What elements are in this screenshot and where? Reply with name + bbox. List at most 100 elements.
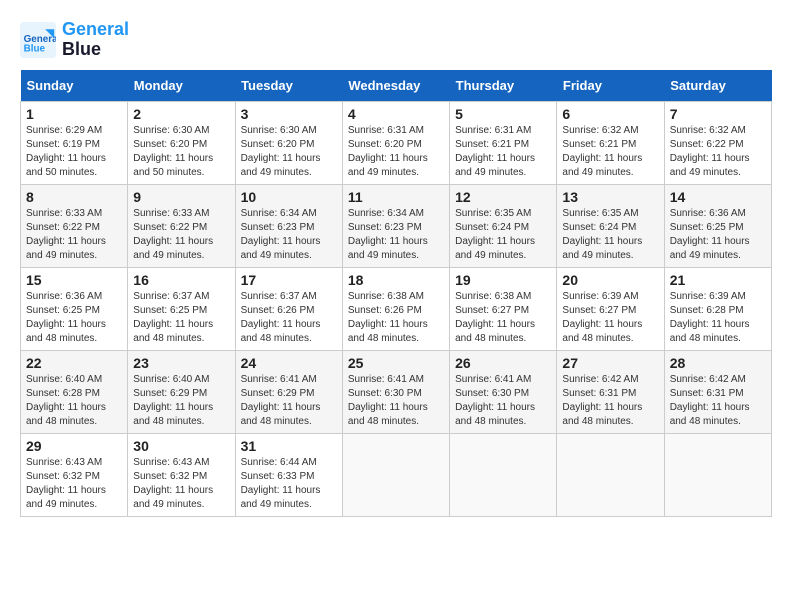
day-info: Sunrise: 6:37 AMSunset: 6:26 PMDaylight:… [241, 291, 321, 344]
day-info: Sunrise: 6:32 AMSunset: 6:22 PMDaylight:… [670, 125, 750, 178]
logo-icon: General Blue [20, 22, 56, 58]
day-number: 17 [241, 272, 337, 288]
calendar-cell: 7 Sunrise: 6:32 AMSunset: 6:22 PMDayligh… [664, 101, 771, 184]
day-info: Sunrise: 6:37 AMSunset: 6:25 PMDaylight:… [133, 291, 213, 344]
day-info: Sunrise: 6:32 AMSunset: 6:21 PMDaylight:… [562, 125, 642, 178]
day-number: 4 [348, 106, 444, 122]
day-info: Sunrise: 6:38 AMSunset: 6:26 PMDaylight:… [348, 291, 428, 344]
header-day-wednesday: Wednesday [342, 70, 449, 102]
calendar-cell: 10 Sunrise: 6:34 AMSunset: 6:23 PMDaylig… [235, 184, 342, 267]
day-info: Sunrise: 6:44 AMSunset: 6:33 PMDaylight:… [241, 457, 321, 510]
calendar-cell: 18 Sunrise: 6:38 AMSunset: 6:26 PMDaylig… [342, 267, 449, 350]
header-day-thursday: Thursday [450, 70, 557, 102]
calendar-cell: 3 Sunrise: 6:30 AMSunset: 6:20 PMDayligh… [235, 101, 342, 184]
day-number: 21 [670, 272, 766, 288]
day-info: Sunrise: 6:30 AMSunset: 6:20 PMDaylight:… [241, 125, 321, 178]
svg-text:Blue: Blue [24, 43, 46, 54]
day-number: 24 [241, 355, 337, 371]
calendar-table: SundayMondayTuesdayWednesdayThursdayFrid… [20, 70, 772, 517]
day-info: Sunrise: 6:36 AMSunset: 6:25 PMDaylight:… [670, 208, 750, 261]
calendar-cell: 23 Sunrise: 6:40 AMSunset: 6:29 PMDaylig… [128, 350, 235, 433]
header-day-sunday: Sunday [21, 70, 128, 102]
calendar-cell [664, 433, 771, 516]
calendar-cell: 17 Sunrise: 6:37 AMSunset: 6:26 PMDaylig… [235, 267, 342, 350]
logo-text: GeneralBlue [62, 20, 129, 60]
day-number: 30 [133, 438, 229, 454]
header-day-saturday: Saturday [664, 70, 771, 102]
day-number: 11 [348, 189, 444, 205]
day-number: 29 [26, 438, 122, 454]
day-number: 28 [670, 355, 766, 371]
day-info: Sunrise: 6:40 AMSunset: 6:28 PMDaylight:… [26, 374, 106, 427]
calendar-cell: 21 Sunrise: 6:39 AMSunset: 6:28 PMDaylig… [664, 267, 771, 350]
day-number: 6 [562, 106, 658, 122]
day-info: Sunrise: 6:30 AMSunset: 6:20 PMDaylight:… [133, 125, 213, 178]
day-number: 8 [26, 189, 122, 205]
day-number: 22 [26, 355, 122, 371]
calendar-cell: 24 Sunrise: 6:41 AMSunset: 6:29 PMDaylig… [235, 350, 342, 433]
day-number: 14 [670, 189, 766, 205]
calendar-cell: 11 Sunrise: 6:34 AMSunset: 6:23 PMDaylig… [342, 184, 449, 267]
day-number: 7 [670, 106, 766, 122]
day-info: Sunrise: 6:43 AMSunset: 6:32 PMDaylight:… [133, 457, 213, 510]
calendar-cell: 6 Sunrise: 6:32 AMSunset: 6:21 PMDayligh… [557, 101, 664, 184]
calendar-cell: 22 Sunrise: 6:40 AMSunset: 6:28 PMDaylig… [21, 350, 128, 433]
day-info: Sunrise: 6:36 AMSunset: 6:25 PMDaylight:… [26, 291, 106, 344]
header: General Blue GeneralBlue [20, 20, 772, 60]
day-info: Sunrise: 6:40 AMSunset: 6:29 PMDaylight:… [133, 374, 213, 427]
calendar-week-row: 29 Sunrise: 6:43 AMSunset: 6:32 PMDaylig… [21, 433, 772, 516]
calendar-header-row: SundayMondayTuesdayWednesdayThursdayFrid… [21, 70, 772, 102]
day-number: 18 [348, 272, 444, 288]
day-info: Sunrise: 6:41 AMSunset: 6:30 PMDaylight:… [348, 374, 428, 427]
day-number: 2 [133, 106, 229, 122]
calendar-cell: 27 Sunrise: 6:42 AMSunset: 6:31 PMDaylig… [557, 350, 664, 433]
calendar-cell: 15 Sunrise: 6:36 AMSunset: 6:25 PMDaylig… [21, 267, 128, 350]
logo: General Blue GeneralBlue [20, 20, 129, 60]
calendar-cell: 26 Sunrise: 6:41 AMSunset: 6:30 PMDaylig… [450, 350, 557, 433]
calendar-cell: 2 Sunrise: 6:30 AMSunset: 6:20 PMDayligh… [128, 101, 235, 184]
day-number: 25 [348, 355, 444, 371]
calendar-cell: 25 Sunrise: 6:41 AMSunset: 6:30 PMDaylig… [342, 350, 449, 433]
day-number: 31 [241, 438, 337, 454]
day-number: 26 [455, 355, 551, 371]
calendar-cell: 20 Sunrise: 6:39 AMSunset: 6:27 PMDaylig… [557, 267, 664, 350]
calendar-cell: 12 Sunrise: 6:35 AMSunset: 6:24 PMDaylig… [450, 184, 557, 267]
calendar-cell: 29 Sunrise: 6:43 AMSunset: 6:32 PMDaylig… [21, 433, 128, 516]
calendar-cell: 1 Sunrise: 6:29 AMSunset: 6:19 PMDayligh… [21, 101, 128, 184]
header-day-tuesday: Tuesday [235, 70, 342, 102]
day-info: Sunrise: 6:35 AMSunset: 6:24 PMDaylight:… [455, 208, 535, 261]
calendar-week-row: 1 Sunrise: 6:29 AMSunset: 6:19 PMDayligh… [21, 101, 772, 184]
day-number: 5 [455, 106, 551, 122]
day-info: Sunrise: 6:39 AMSunset: 6:27 PMDaylight:… [562, 291, 642, 344]
header-day-friday: Friday [557, 70, 664, 102]
day-info: Sunrise: 6:38 AMSunset: 6:27 PMDaylight:… [455, 291, 535, 344]
day-info: Sunrise: 6:33 AMSunset: 6:22 PMDaylight:… [133, 208, 213, 261]
calendar-cell: 8 Sunrise: 6:33 AMSunset: 6:22 PMDayligh… [21, 184, 128, 267]
day-number: 19 [455, 272, 551, 288]
day-info: Sunrise: 6:34 AMSunset: 6:23 PMDaylight:… [241, 208, 321, 261]
calendar-cell: 16 Sunrise: 6:37 AMSunset: 6:25 PMDaylig… [128, 267, 235, 350]
day-info: Sunrise: 6:41 AMSunset: 6:29 PMDaylight:… [241, 374, 321, 427]
calendar-cell: 14 Sunrise: 6:36 AMSunset: 6:25 PMDaylig… [664, 184, 771, 267]
calendar-cell [557, 433, 664, 516]
day-number: 27 [562, 355, 658, 371]
calendar-cell: 5 Sunrise: 6:31 AMSunset: 6:21 PMDayligh… [450, 101, 557, 184]
day-number: 20 [562, 272, 658, 288]
calendar-week-row: 22 Sunrise: 6:40 AMSunset: 6:28 PMDaylig… [21, 350, 772, 433]
day-number: 10 [241, 189, 337, 205]
calendar-cell: 28 Sunrise: 6:42 AMSunset: 6:31 PMDaylig… [664, 350, 771, 433]
day-info: Sunrise: 6:35 AMSunset: 6:24 PMDaylight:… [562, 208, 642, 261]
day-info: Sunrise: 6:31 AMSunset: 6:21 PMDaylight:… [455, 125, 535, 178]
calendar-cell: 31 Sunrise: 6:44 AMSunset: 6:33 PMDaylig… [235, 433, 342, 516]
day-info: Sunrise: 6:42 AMSunset: 6:31 PMDaylight:… [670, 374, 750, 427]
calendar-cell: 9 Sunrise: 6:33 AMSunset: 6:22 PMDayligh… [128, 184, 235, 267]
day-info: Sunrise: 6:39 AMSunset: 6:28 PMDaylight:… [670, 291, 750, 344]
calendar-cell: 4 Sunrise: 6:31 AMSunset: 6:20 PMDayligh… [342, 101, 449, 184]
day-info: Sunrise: 6:33 AMSunset: 6:22 PMDaylight:… [26, 208, 106, 261]
day-number: 16 [133, 272, 229, 288]
calendar-week-row: 15 Sunrise: 6:36 AMSunset: 6:25 PMDaylig… [21, 267, 772, 350]
calendar-cell: 19 Sunrise: 6:38 AMSunset: 6:27 PMDaylig… [450, 267, 557, 350]
day-number: 3 [241, 106, 337, 122]
calendar-cell [450, 433, 557, 516]
header-day-monday: Monday [128, 70, 235, 102]
